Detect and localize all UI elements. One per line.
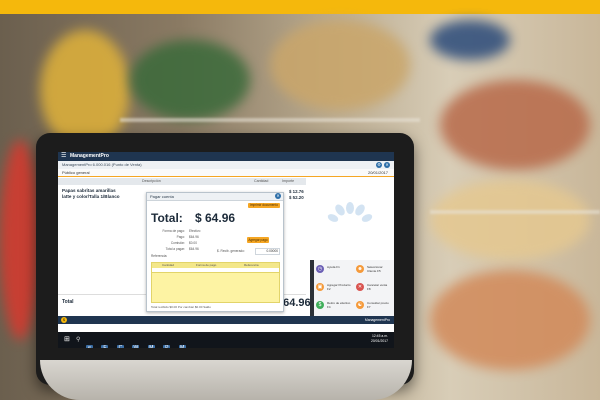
blurred-shelf-goods	[430, 180, 590, 260]
cancel-icon: ✕	[356, 283, 364, 291]
tablet-stand	[40, 360, 412, 400]
dialog-footer-summary: Total recibido $0.00 Por cambiar $0.00 S…	[151, 305, 211, 309]
tile-cash-withdrawal[interactable]: $ Retiro de efectivo F4	[314, 298, 352, 315]
app-name: ManagementPro	[70, 153, 109, 159]
tile-check-price[interactable]: ☯ Consultar precio F7	[354, 298, 392, 315]
shelf-edge	[120, 118, 420, 122]
clock-icon: ◷	[316, 265, 324, 273]
blurred-shelf-goods	[130, 40, 250, 120]
hamburger-icon[interactable]: ☰	[61, 153, 66, 160]
clock-date: 20/01/2017	[371, 339, 388, 343]
dialog-total-label: Total:	[151, 211, 183, 225]
taskbar-clock[interactable]: 12:45 a.m. 20/01/2017	[371, 334, 388, 344]
payment-input[interactable]: $64.96	[189, 235, 219, 239]
taskbar-app[interactable]: F	[101, 345, 109, 348]
column-description: Descripción	[142, 179, 161, 183]
search-icon[interactable]: ⚲	[76, 336, 80, 343]
payment-method-select[interactable]: Efectivo	[189, 229, 219, 233]
payments-table: Cantidad Forma de pago Referencia	[151, 262, 280, 303]
window-title: ManagementPro 6.000.016 (Punto de Venta)	[62, 162, 142, 167]
print-document-button[interactable]: Imprimir documento	[247, 203, 280, 208]
received-input[interactable]: 0.00000	[255, 248, 280, 255]
shelf-edge	[430, 210, 600, 214]
field-label: Referencia:	[151, 254, 168, 258]
app-footer: $ ManagementPro	[58, 316, 394, 324]
taskbar-app[interactable]: W	[132, 345, 140, 348]
action-tiles: ◷ Ayuda F1 ☻ Seleccionar Cliente F5 ▣ Ag…	[310, 260, 394, 316]
app-title-bar: ☰ ManagementPro	[58, 152, 394, 161]
sale-date: 20/01/2017	[367, 170, 388, 175]
tile-select-client[interactable]: ☻ Seleccionar Cliente F5	[354, 262, 392, 279]
dialog-total-amount: $ 64.96	[195, 211, 236, 225]
person-icon: ☻	[356, 265, 364, 273]
line-item[interactable]: Papas sabritas amarillas latte y color/T…	[62, 188, 152, 200]
grid-header: Descripción Cantidad Importe	[58, 178, 306, 185]
blurred-shelf-goods	[40, 30, 130, 150]
commission-value: $0.00	[189, 241, 197, 245]
tile-add-product[interactable]: ▣ Agregar Producto F2	[314, 280, 352, 297]
field-label: Forma de pago:	[162, 229, 185, 233]
item-price: $ 52.20	[289, 195, 304, 200]
blurred-shelf-goods	[270, 20, 410, 110]
field-label: Total a pagar:	[165, 247, 185, 251]
payment-dialog: Pagar cuenta ✕ Imprimir documento Total:…	[146, 192, 284, 312]
close-icon[interactable]: ✕	[384, 162, 390, 168]
item-price: $ 12.76	[289, 189, 304, 194]
windows-icon[interactable]: ⊞	[64, 336, 70, 344]
tablet-screen: ☰ ManagementPro ManagementPro 6.000.016 …	[58, 152, 394, 348]
footer-brand: ManagementPro	[364, 318, 390, 322]
dialog-header: Pagar cuenta ✕	[147, 193, 283, 201]
tile-label: Retiro de efectivo F4	[327, 301, 351, 309]
taskbar-app[interactable]: C	[116, 345, 124, 348]
add-payment-button[interactable]: Agregar pago	[247, 237, 269, 243]
tile-help[interactable]: ◷ Ayuda F1	[314, 262, 352, 279]
top-banner-bar	[0, 0, 600, 14]
tile-cancel-sale[interactable]: ✕ Cancelar venta F8	[354, 280, 392, 297]
tile-label: Agregar Producto F2	[327, 283, 351, 291]
blurred-shelf-goods	[430, 270, 590, 370]
column-amount: Importe	[282, 179, 295, 183]
total-to-pay-value: $64.96	[189, 247, 199, 251]
item-description: latte y color/Talla 1/Blanco	[62, 194, 120, 199]
field-label: Comisión:	[170, 241, 185, 245]
accent-divider	[58, 176, 394, 177]
close-icon[interactable]: ✕	[275, 193, 281, 199]
windows-taskbar: ⊞ ⚲ e F C W M P M 12:45 a.m. 20/01/2017	[58, 332, 394, 348]
payments-table-row[interactable]	[152, 268, 279, 273]
field-label: Pago:	[176, 235, 185, 239]
taskbar-apps: e F C W M P M	[86, 336, 190, 348]
tile-label: Cancelar venta F8	[367, 283, 388, 291]
blurred-shelf-goods	[0, 140, 40, 340]
tile-label: Consultar precio F7	[367, 301, 389, 309]
blurred-shelf-goods	[440, 80, 590, 170]
tile-label: Seleccionar Cliente F5	[367, 265, 383, 273]
taskbar-app[interactable]: M	[178, 345, 186, 348]
cart-icon: ☯	[356, 301, 364, 309]
blurred-shelf-goods	[430, 20, 510, 60]
money-icon: $	[316, 301, 324, 309]
taskbar-app[interactable]: P	[163, 345, 171, 348]
box-icon: ▣	[316, 283, 324, 291]
received-label: $. Recib. generado:	[217, 249, 245, 253]
coin-icon[interactable]: $	[61, 317, 67, 323]
client-row: Público general 20/01/2017	[58, 169, 394, 176]
settings-icon[interactable]: ⚙	[376, 162, 382, 168]
total-label: Total	[62, 299, 74, 305]
client-name: Público general	[62, 170, 90, 175]
dialog-title: Pagar cuenta	[150, 194, 174, 199]
taskbar-app[interactable]: M	[147, 345, 155, 348]
tile-label: Ayuda F1	[327, 265, 340, 269]
taskbar-app[interactable]: e	[86, 345, 93, 348]
column-quantity: Cantidad	[254, 179, 269, 183]
brand-logo	[310, 188, 390, 250]
